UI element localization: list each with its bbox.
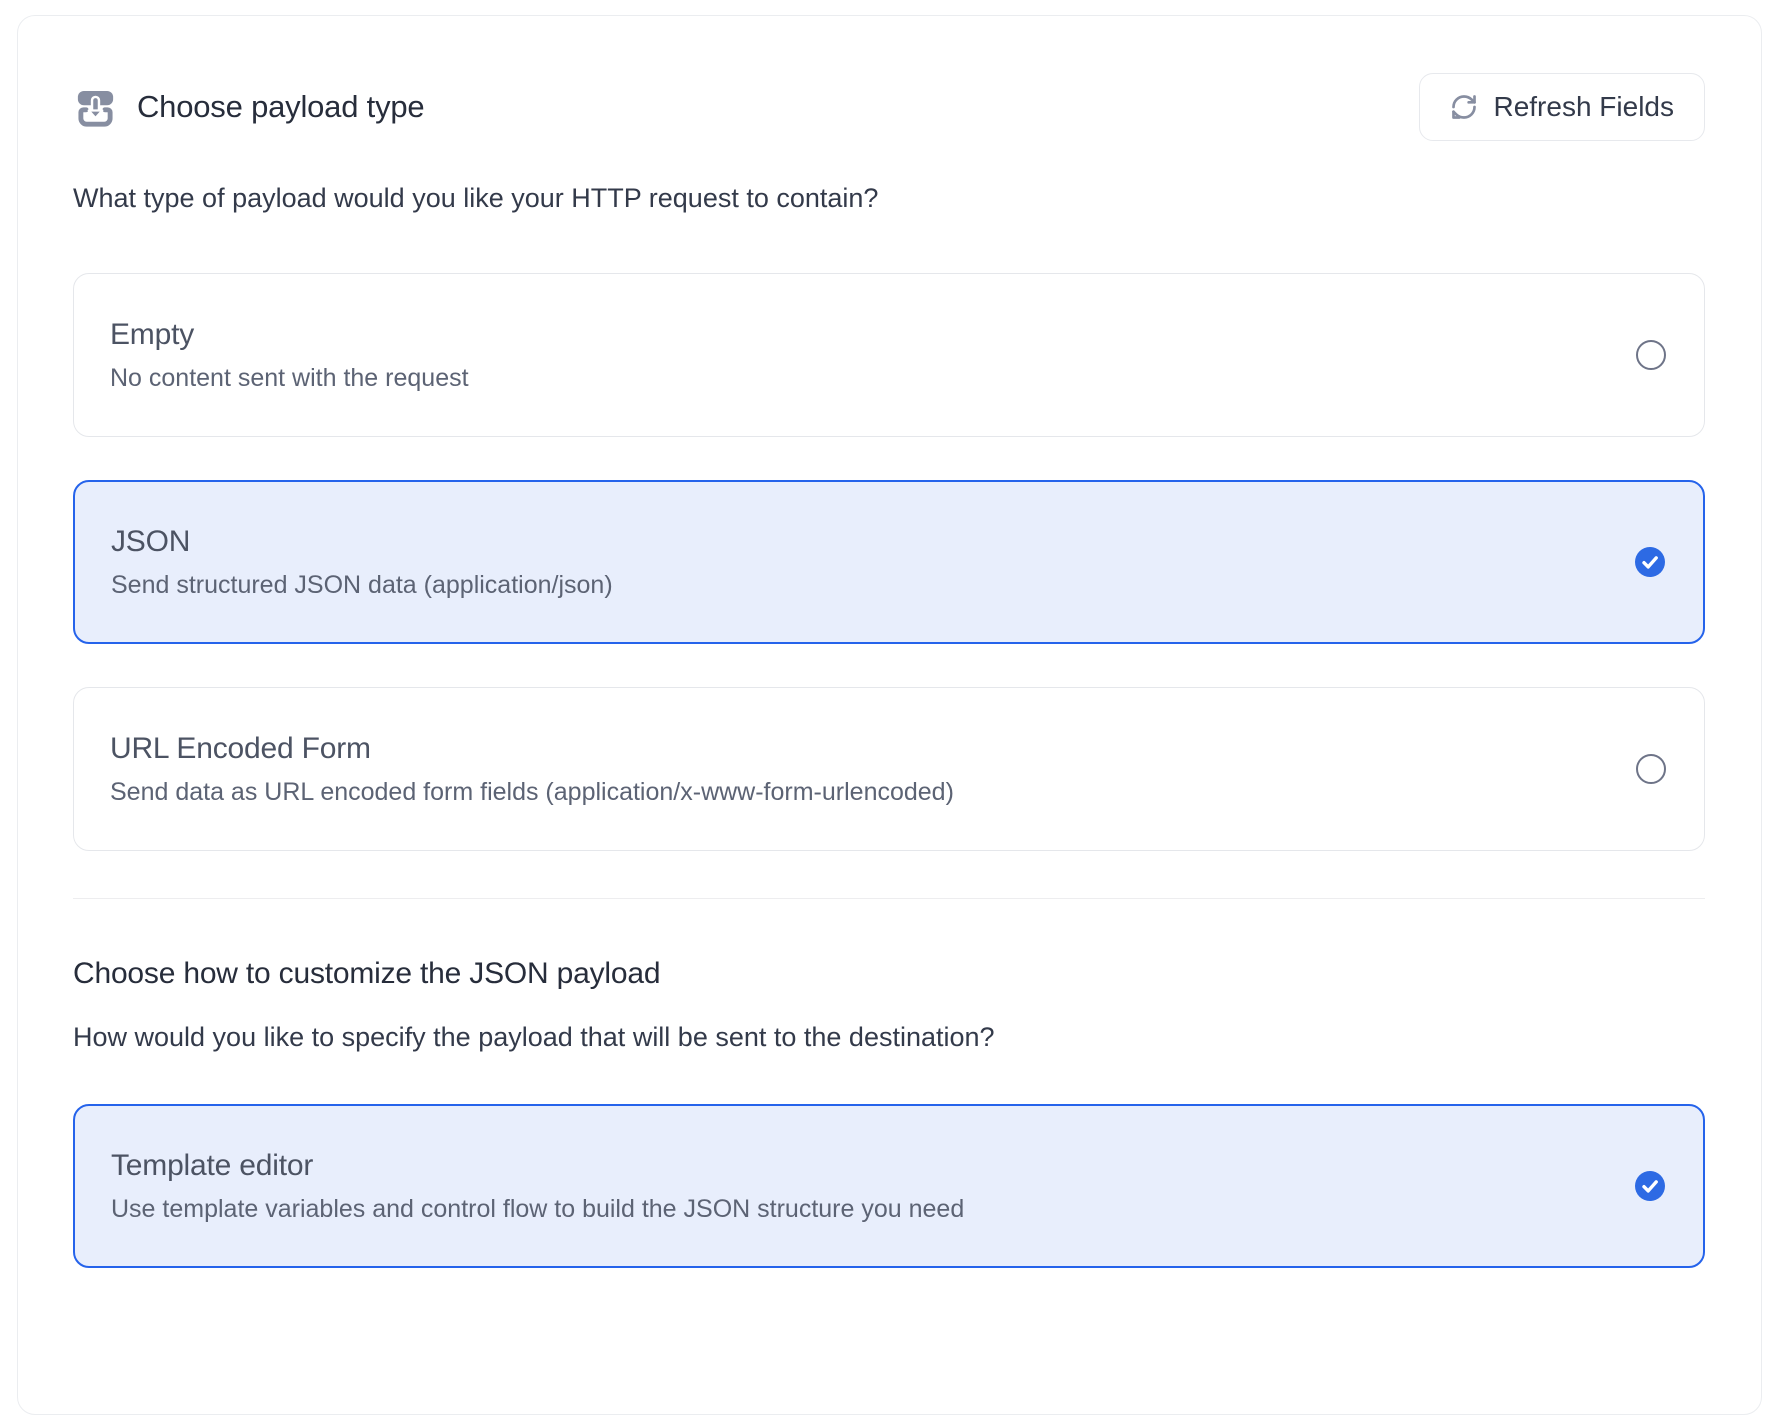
- customize-options: Template editor Use template variables a…: [73, 1104, 1705, 1268]
- panel-title: Choose payload type: [137, 89, 424, 125]
- option-url-description: Send data as URL encoded form fields (ap…: [110, 778, 954, 807]
- option-json-description: Send structured JSON data (application/j…: [111, 571, 613, 600]
- option-template-description: Use template variables and control flow …: [111, 1195, 964, 1224]
- customize-heading: Choose how to customize the JSON payload: [73, 954, 1705, 994]
- refresh-icon: [1450, 93, 1478, 121]
- payload-type-question: What type of payload would you like your…: [73, 179, 1705, 217]
- option-json-title: JSON: [111, 525, 613, 559]
- radio-circle-icon[interactable]: [1636, 754, 1666, 784]
- check-circle-icon[interactable]: [1635, 1171, 1665, 1201]
- payload-tray-icon: [73, 85, 118, 130]
- customize-question: How would you like to specify the payloa…: [73, 1018, 1705, 1056]
- option-empty-description: No content sent with the request: [110, 364, 469, 393]
- option-json[interactable]: JSON Send structured JSON data (applicat…: [73, 480, 1705, 644]
- refresh-fields-label: Refresh Fields: [1493, 91, 1674, 123]
- check-circle-icon[interactable]: [1635, 547, 1665, 577]
- option-empty[interactable]: Empty No content sent with the request: [73, 273, 1705, 437]
- option-template-editor[interactable]: Template editor Use template variables a…: [73, 1104, 1705, 1268]
- option-url-encoded-form[interactable]: URL Encoded Form Send data as URL encode…: [73, 687, 1705, 851]
- radio-circle-icon[interactable]: [1636, 340, 1666, 370]
- panel-header: Choose payload type Refresh Fields: [73, 73, 1705, 141]
- option-empty-title: Empty: [110, 318, 469, 352]
- section-divider: [73, 898, 1705, 899]
- refresh-fields-button[interactable]: Refresh Fields: [1419, 73, 1705, 141]
- payload-type-options: Empty No content sent with the request J…: [73, 273, 1705, 851]
- option-url-title: URL Encoded Form: [110, 732, 954, 766]
- payload-settings-panel: Choose payload type Refresh Fields What …: [17, 15, 1762, 1415]
- option-template-title: Template editor: [111, 1149, 964, 1183]
